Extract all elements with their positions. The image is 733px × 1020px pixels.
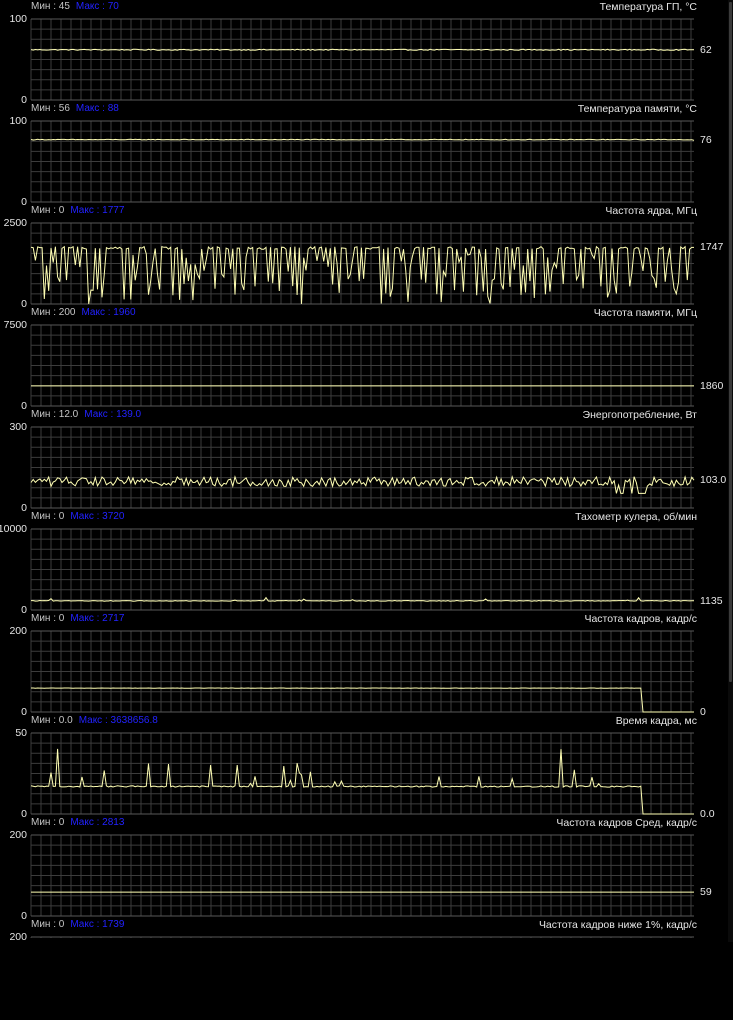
- current-value: 1135: [700, 594, 723, 607]
- min-value: Мин : 0: [31, 205, 65, 216]
- grid-gpu-temp: [30, 18, 694, 101]
- minmax-frametime: Мин : 0.0 Макс : 3638656.8: [31, 715, 158, 727]
- graph-mem-temp: [30, 120, 695, 203]
- max-value: Макс : 1739: [70, 919, 125, 930]
- grid-frametime: [30, 732, 694, 815]
- trace-mem-temp: [30, 138, 695, 141]
- panel-title: Тахометр кулера, об/мин: [575, 511, 697, 523]
- graph-fps: [30, 630, 694, 713]
- panel-gpu-temp: Мин : 45 Макс : 70 Температура ГП, °C 100 0 6…: [0, 0, 733, 106]
- graph-power: [30, 426, 695, 509]
- panel-power: Мин : 12.0 Макс : 139.0 Энергопотребление,…: [0, 408, 733, 514]
- panel-title: Температура памяти, °C: [577, 103, 697, 115]
- current-value: 1860: [700, 379, 724, 392]
- y-axis-max-label: 200: [9, 931, 27, 943]
- min-value: Мин : 12.0: [31, 409, 79, 420]
- min-value: Мин : 0: [31, 613, 65, 624]
- grid-mem-clock: [30, 324, 694, 407]
- max-value: Макс : 1960: [81, 307, 136, 318]
- hardware-monitor: Мин : 45 Макс : 70 Температура ГП, °C 100 0 6…: [0, 0, 733, 943]
- panel-title: Частота памяти, МГц: [593, 307, 697, 319]
- panel-title: Частота кадров, кадр/с: [584, 613, 697, 625]
- min-value: Мин : 200: [31, 307, 76, 318]
- grid-fps-avg: [30, 834, 694, 917]
- current-value: 1747: [700, 241, 724, 254]
- min-value: Мин : 0: [31, 817, 65, 828]
- y-axis-max-label: 50: [15, 727, 27, 739]
- max-value: Макс : 2717: [70, 613, 125, 624]
- max-value: Макс : 88: [75, 103, 119, 114]
- current-value: 62: [700, 43, 712, 56]
- panel-title: Частота кадров Сред, кадр/с: [556, 817, 697, 829]
- minmax-mem-clock: Мин : 200 Макс : 1960: [31, 307, 136, 319]
- minmax-fps-1low: Мин : 0 Макс : 1739: [31, 919, 124, 931]
- min-value: Мин : 45: [31, 1, 70, 12]
- graph-core-clock: [30, 222, 694, 305]
- panel-title: Частота кадров ниже 1%, кадр/с: [538, 919, 697, 931]
- max-value: Макс : 3638656.8: [78, 715, 158, 726]
- min-value: Мин : 0: [31, 511, 65, 522]
- minmax-fps: Мин : 0 Макс : 2717: [31, 613, 124, 625]
- max-value: Макс : 139.0: [84, 409, 142, 420]
- minmax-power: Мин : 12.0 Макс : 139.0: [31, 409, 141, 421]
- max-value: Макс : 70: [75, 1, 119, 12]
- minmax-fps-avg: Мин : 0 Макс : 2813: [31, 817, 124, 829]
- y-axis-max-label: 10000: [0, 523, 27, 535]
- panel-fan-rpm: Мин : 0 Макс : 3720 Тахометр кулера, об/ми…: [0, 510, 733, 616]
- min-value: Мин : 0: [31, 919, 65, 930]
- current-value: 59: [700, 886, 712, 899]
- panel-title: Температура ГП, °C: [599, 1, 697, 13]
- current-value: 76: [700, 134, 712, 147]
- graph-fan-rpm: [30, 528, 694, 611]
- minmax-mem-temp: Мин : 56 Макс : 88: [31, 103, 119, 115]
- y-axis-max-label: 300: [9, 421, 27, 433]
- graph-frametime: [30, 732, 694, 815]
- minmax-gpu-temp: Мин : 45 Макс : 70: [31, 1, 119, 13]
- y-axis-max-label: 200: [9, 829, 27, 841]
- grid-power: [30, 426, 694, 509]
- panel-mem-temp: Мин : 56 Макс : 88 Температура памяти, °C 1…: [0, 102, 733, 208]
- max-value: Макс : 3720: [70, 511, 125, 522]
- min-value: Мин : 56: [31, 103, 70, 114]
- max-value: Макс : 1777: [70, 205, 125, 216]
- panel-core-clock: Мин : 0 Макс : 1777 Частота ядра, МГц 2500 0…: [0, 204, 733, 310]
- panel-title: Время кадра, мс: [615, 715, 697, 727]
- panel-fps-avg: Мин : 0 Макс : 2813 Частота кадров Сред, к…: [0, 816, 733, 922]
- grid-mem-temp: [30, 120, 694, 203]
- y-axis-max-label: 2500: [3, 217, 27, 229]
- grid-fan-rpm: [30, 528, 694, 611]
- scrollbar-thumb[interactable]: [729, 2, 732, 682]
- panel-title: Частота ядра, МГц: [605, 205, 697, 217]
- graph-fps-1low: [30, 936, 694, 938]
- trace-core-clock: [30, 245, 694, 304]
- panel-frametime: Мин : 0.0 Макс : 3638656.8 Время кадра, мс…: [0, 714, 733, 820]
- trace-power: [30, 475, 695, 494]
- grid-fps-1low: [30, 936, 694, 938]
- y-axis-max-label: 200: [9, 625, 27, 637]
- minmax-core-clock: Мин : 0 Макс : 1777: [31, 205, 124, 217]
- graph-mem-clock: [30, 324, 694, 407]
- max-value: Макс : 2813: [70, 817, 125, 828]
- y-axis-max-label: 100: [9, 115, 27, 127]
- minmax-fan-rpm: Мин : 0 Макс : 3720: [31, 511, 124, 523]
- panel-fps: Мин : 0 Макс : 2717 Частота кадров, кадр/с…: [0, 612, 733, 718]
- current-value: 103.0: [700, 474, 727, 487]
- panel-fps-1low: Мин : 0 Макс : 1739 Частота кадров ниже 1%…: [0, 918, 733, 943]
- graph-fps-avg: [30, 834, 694, 917]
- y-axis-max-label: 100: [9, 13, 27, 25]
- grid-fps: [30, 630, 694, 713]
- graph-gpu-temp: [30, 18, 695, 101]
- min-value: Мин : 0.0: [31, 715, 73, 726]
- panel-title: Энергопотребление, Вт: [582, 409, 697, 421]
- y-axis-max-label: 7500: [3, 319, 27, 331]
- panel-mem-clock: Мин : 200 Макс : 1960 Частота памяти, МГц 7…: [0, 306, 733, 412]
